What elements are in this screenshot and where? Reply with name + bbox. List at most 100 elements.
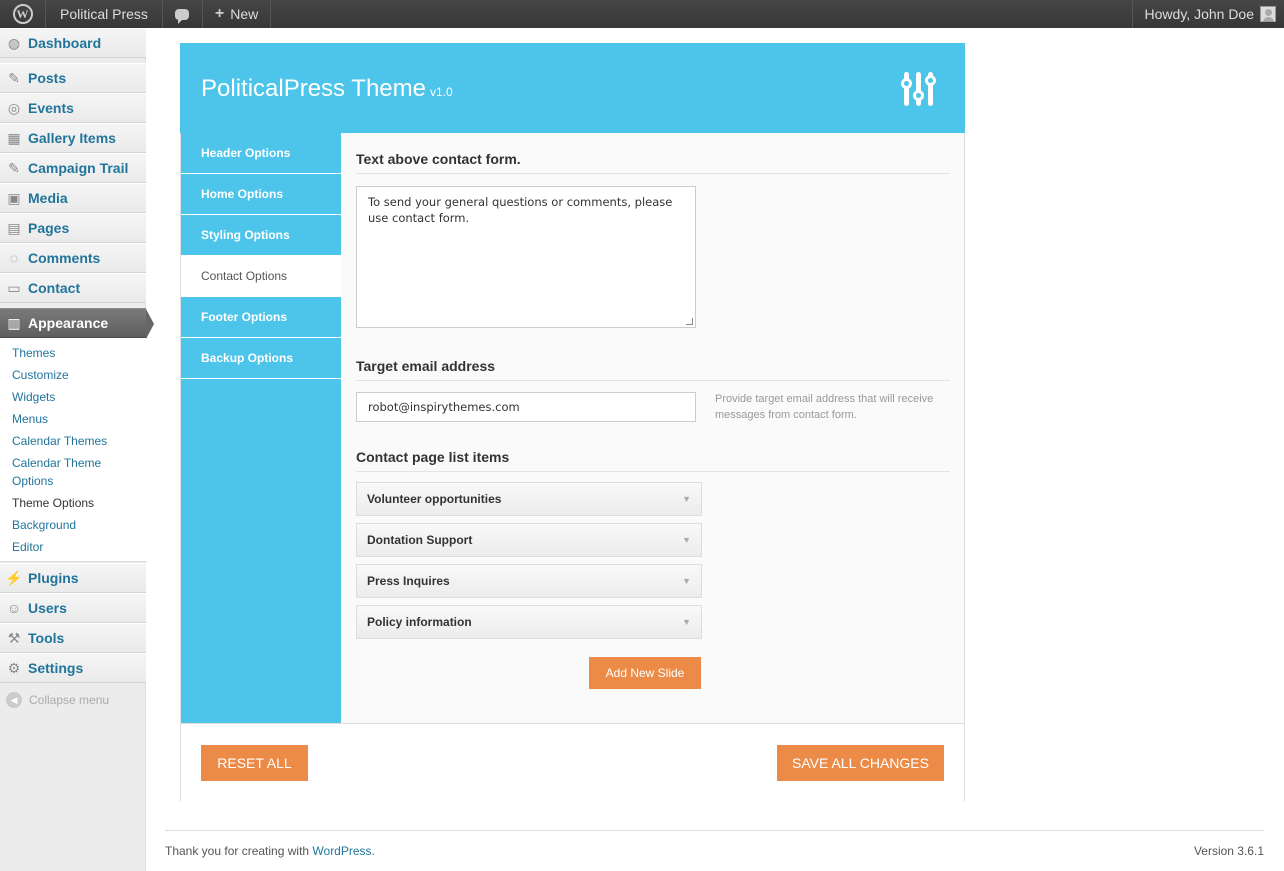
collapse-arrow-icon: ◀	[6, 692, 22, 708]
pushpin-icon: ✎	[8, 69, 20, 86]
appearance-submenu: Themes Customize Widgets Menus Calendar …	[0, 338, 146, 562]
menu-item-users[interactable]: ☺ Users	[0, 593, 146, 623]
submenu-item-widgets[interactable]: Widgets	[12, 388, 142, 406]
triangle-down-icon[interactable]: ▼	[682, 535, 691, 545]
wp-footer: Thank you for creating with WordPress. V…	[165, 830, 1264, 858]
wordpress-link[interactable]: WordPress	[312, 844, 371, 858]
options-tabs: Header Options Home Options Styling Opti…	[181, 133, 341, 723]
divider	[356, 380, 950, 381]
menu-item-gallery-items[interactable]: ▦ Gallery Items	[0, 123, 146, 153]
menu-item-contact[interactable]: ▭ Contact	[0, 273, 146, 303]
footer-thanks: Thank you for creating with WordPress.	[165, 844, 375, 858]
admin-menu: ◍ Dashboard ✎ Posts ◎ Events ▦ Gallery I…	[0, 28, 154, 871]
submenu-item-calendar-theme-options[interactable]: Calendar Theme Options	[12, 454, 122, 490]
email-hint: Provide target email address that will r…	[715, 393, 934, 421]
submenu-item-editor[interactable]: Editor	[12, 538, 142, 556]
tab-styling-options[interactable]: Styling Options	[181, 215, 341, 256]
plug-icon: ⚡	[5, 569, 23, 586]
submenu-item-customize[interactable]: Customize	[12, 366, 142, 384]
menu-item-label: Posts	[28, 70, 67, 86]
tab-header-options[interactable]: Header Options	[181, 133, 341, 174]
menu-item-settings[interactable]: ⚙ Settings	[0, 653, 146, 683]
menu-item-label: Contact	[28, 280, 81, 296]
menu-item-pages[interactable]: ▤ Pages	[0, 213, 146, 243]
menu-item-label: Pages	[28, 220, 70, 236]
site-name-link[interactable]: Political Press	[46, 0, 163, 28]
list-item-label: Volunteer opportunities	[367, 492, 502, 506]
email-value: robot@inspirythemes.com	[368, 400, 520, 414]
tab-footer-options[interactable]: Footer Options	[181, 297, 341, 338]
avatar	[1260, 6, 1276, 22]
menu-item-campaign-trail[interactable]: ✎ Campaign Trail	[0, 153, 146, 183]
list-item[interactable]: Policy information ▼	[356, 605, 702, 639]
comment-icon: ◌	[9, 250, 19, 266]
list-title: Contact page list items	[356, 449, 510, 465]
panel-footer: RESET ALL SAVE ALL CHANGES	[181, 723, 964, 801]
grid-icon: ▦	[7, 129, 21, 146]
menu-item-dashboard[interactable]: ◍ Dashboard	[0, 28, 146, 58]
submenu-item-background[interactable]: Background	[12, 516, 142, 534]
new-label: New	[230, 6, 259, 22]
collapse-menu-button[interactable]: ◀ Collapse menu	[6, 692, 109, 708]
menu-item-label: Comments	[28, 250, 101, 266]
menu-item-label: Campaign Trail	[28, 160, 129, 176]
collapse-label: Collapse menu	[29, 693, 110, 707]
tab-backup-options[interactable]: Backup Options	[181, 338, 341, 379]
users-icon: ☺	[6, 600, 22, 616]
list-item[interactable]: Volunteer opportunities ▼	[356, 482, 702, 516]
triangle-down-icon[interactable]: ▼	[682, 617, 691, 627]
submenu-item-menus[interactable]: Menus	[12, 410, 142, 428]
submenu-item-calendar-themes[interactable]: Calendar Themes	[12, 432, 142, 450]
email-title: Target email address	[356, 358, 496, 374]
menu-item-plugins[interactable]: ⚡ Plugins	[0, 563, 146, 593]
save-all-changes-button[interactable]: SAVE ALL CHANGES	[777, 745, 944, 781]
submenu-item-theme-options[interactable]: Theme Options	[12, 494, 142, 512]
dashboard-icon: ◍	[7, 34, 21, 51]
wp-version: Version 3.6.1	[1193, 844, 1264, 858]
menu-item-comments[interactable]: ◌ Comments	[0, 243, 146, 273]
list-item-label: Press Inquires	[367, 574, 450, 588]
comment-bubble-icon	[175, 8, 190, 24]
divider	[356, 173, 950, 174]
menu-item-label: Tools	[28, 630, 65, 646]
footer-thanks-suffix: .	[371, 844, 375, 858]
email-field[interactable]: robot@inspirythemes.com	[356, 392, 696, 422]
my-account-menu[interactable]: Howdy, John Doe	[1131, 0, 1284, 28]
wordpress-logo-button[interactable]: W	[0, 0, 46, 28]
list-item[interactable]: Dontation Support ▼	[356, 523, 702, 557]
reset-all-button[interactable]: RESET ALL	[201, 745, 308, 781]
submenu-item-themes[interactable]: Themes	[12, 344, 142, 362]
resize-grip-icon[interactable]	[686, 318, 693, 325]
menu-item-events[interactable]: ◎ Events	[0, 93, 146, 123]
new-content-button[interactable]: + New	[203, 0, 272, 28]
text-above-textarea[interactable]: To send your general questions or commen…	[356, 186, 696, 328]
tab-contact-options[interactable]: Contact Options	[181, 256, 341, 297]
menu-item-label: Gallery Items	[28, 130, 116, 146]
howdy-text: Howdy, John Doe	[1144, 6, 1254, 22]
panel-header: PoliticalPress Theme v1.0	[180, 43, 965, 133]
menu-item-media[interactable]: ▣ Media	[0, 183, 146, 213]
add-new-slide-button[interactable]: Add New Slide	[589, 657, 701, 689]
menu-item-label: Users	[28, 600, 67, 616]
plus-icon: +	[214, 5, 225, 22]
contact-options-content: Text above contact form. To send your ge…	[341, 133, 964, 723]
sliders-icon	[901, 72, 936, 106]
panel-title: PoliticalPress Theme v1.0	[201, 75, 453, 103]
panel-title-text: PoliticalPress Theme	[201, 75, 426, 102]
divider	[356, 471, 950, 472]
media-icon: ▣	[7, 189, 21, 206]
menu-item-label: Events	[28, 100, 74, 116]
contact-icon: ▭	[7, 279, 21, 296]
menu-item-posts[interactable]: ✎ Posts	[0, 63, 146, 93]
tab-home-options[interactable]: Home Options	[181, 174, 341, 215]
settings-icon: ⚙	[7, 659, 21, 676]
comments-button[interactable]	[163, 0, 203, 28]
admin-bar: W Political Press + New Howdy, John Doe	[0, 0, 1284, 28]
triangle-down-icon[interactable]: ▼	[682, 494, 691, 504]
triangle-down-icon[interactable]: ▼	[682, 576, 691, 586]
menu-item-appearance[interactable]: ▥ Appearance	[0, 308, 154, 339]
menu-item-tools[interactable]: ⚒ Tools	[0, 623, 146, 653]
theme-options-panel: PoliticalPress Theme v1.0 Header Options …	[180, 43, 965, 801]
menu-item-label: Dashboard	[28, 35, 102, 51]
list-item[interactable]: Press Inquires ▼	[356, 564, 702, 598]
